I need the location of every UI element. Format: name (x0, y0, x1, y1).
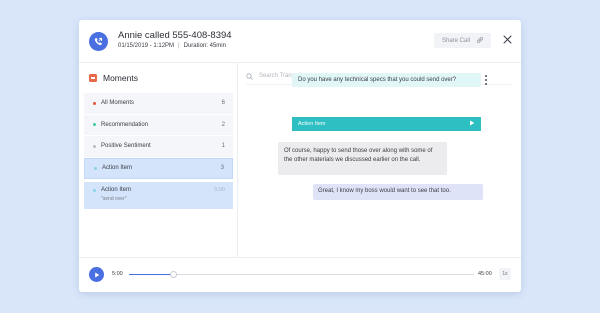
moments-list: All Moments 6 Recommendation 2 Positive … (84, 93, 233, 179)
call-header: Annie called 555-408-8394 01/15/2019 - 1… (79, 20, 521, 62)
moment-count: 2 (221, 121, 225, 128)
moment-action-item[interactable]: Action Item 3 (84, 157, 233, 179)
moment-count: 6 (221, 100, 225, 107)
moments-icon (89, 74, 97, 82)
moment-label: Action Item (102, 165, 133, 172)
play-icon (469, 120, 475, 128)
moments-title: Moments (103, 73, 138, 83)
moment-dot-icon (94, 166, 97, 170)
call-duration: Duration: 45min (183, 43, 226, 49)
more-options-icon[interactable] (484, 75, 488, 85)
current-time: 5:00 (112, 271, 123, 277)
call-meta: 01/15/2019 - 1:12PM | Duration: 45min (118, 43, 226, 49)
moment-occurrence[interactable]: Action Item 5:00 "send over" (84, 182, 233, 209)
moment-count: 1 (221, 143, 225, 150)
call-detail-card: Annie called 555-408-8394 01/15/2019 - 1… (79, 20, 521, 292)
occurrence-quote: "send over" (101, 196, 127, 202)
call-title: Annie called 555-408-8394 (118, 30, 232, 41)
moment-dot-icon (93, 123, 96, 127)
call-datetime: 01/15/2019 - 1:12PM (118, 43, 175, 49)
moment-label: Positive Sentiment (101, 143, 151, 150)
phone-icon (89, 32, 108, 51)
occurrence-time: 5:00 (214, 187, 225, 193)
total-time: 45:00 (478, 271, 492, 277)
moment-all-moments[interactable]: All Moments 6 (84, 93, 233, 115)
message-customer-reply: Great, I know my boss would want to see … (313, 184, 483, 200)
meta-separator: | (178, 43, 180, 49)
moment-count: 3 (220, 165, 224, 172)
close-icon[interactable] (501, 33, 513, 45)
speed-button[interactable]: 1x (499, 268, 511, 280)
moments-panel: Moments All Moments 6 Recommendation 2 P… (79, 62, 238, 257)
occurrence-label: Action Item (101, 187, 132, 193)
play-button[interactable] (89, 267, 104, 282)
share-call-button[interactable]: Share Call (434, 33, 491, 48)
moment-label: All Moments (101, 100, 135, 107)
share-call-label: Share Call (442, 37, 471, 44)
progress-handle[interactable] (170, 271, 178, 278)
moment-dot-icon (93, 101, 96, 105)
link-icon (476, 36, 484, 46)
moment-label: Recommendation (101, 121, 149, 128)
audio-player: 5:00 45:00 1x (79, 257, 521, 292)
moment-dot-icon (93, 188, 96, 192)
moments-header: Moments (89, 73, 138, 83)
moment-recommendation[interactable]: Recommendation 2 (84, 114, 233, 136)
search-icon (246, 67, 253, 85)
moment-dot-icon (93, 144, 96, 148)
action-item-label: Action Item (298, 121, 326, 127)
action-item-bar[interactable]: Action Item (292, 117, 481, 131)
message-customer: Do you have any technical specs that you… (292, 73, 481, 87)
progress-fill (129, 274, 174, 276)
message-agent: Of course, happy to send those over alon… (278, 142, 447, 175)
progress-track[interactable] (129, 271, 474, 278)
moment-positive-sentiment[interactable]: Positive Sentiment 1 (84, 136, 233, 158)
